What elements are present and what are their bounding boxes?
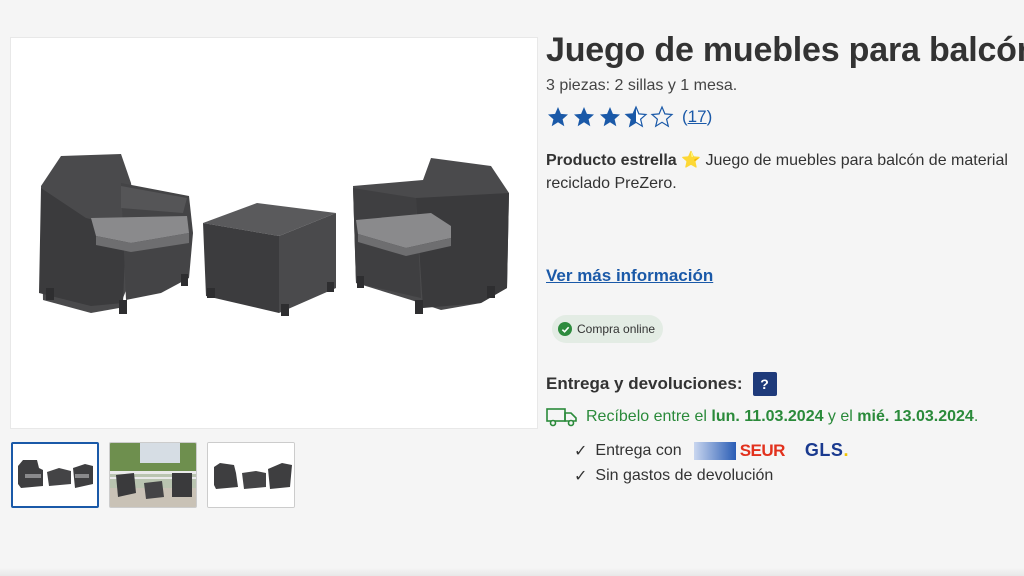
help-button[interactable]: ? [752, 372, 777, 396]
delivery-carrier-item: ✓ Entrega con SEUR GLS. [574, 440, 849, 461]
highlight-label: Producto estrella [546, 152, 677, 169]
thumbnail-2[interactable] [109, 442, 197, 508]
rating-count: 17 [687, 107, 707, 126]
table [203, 203, 336, 316]
seur-logo-text: SEUR [739, 440, 786, 460]
product-title: Juego de muebles para balcón [546, 31, 1024, 69]
receive-suffix: . [973, 408, 979, 425]
delivery-truck-icon [546, 408, 577, 427]
product-main-image[interactable] [11, 38, 537, 428]
check-circle-icon [558, 322, 572, 336]
star-full-icon [574, 107, 594, 127]
rating-stars[interactable]: (17) [546, 105, 1024, 129]
star-empty-icon [650, 105, 674, 128]
receive-prefix: Recíbelo entre el [586, 408, 712, 425]
left-chair [39, 154, 193, 314]
right-chair [353, 158, 509, 314]
page-bottom-shadow [0, 568, 1024, 576]
carrier-logos: SEUR GLS. [693, 440, 849, 461]
date-start: lun. 11.03.2024 [711, 408, 824, 425]
checkmark-icon: ✓ [574, 468, 588, 485]
thumbnail-1[interactable] [11, 442, 99, 508]
gls-logo-text: GLS [804, 440, 844, 460]
furniture-illustration [39, 154, 509, 316]
online-badge-label: Compra online [577, 322, 656, 336]
thumbnail-3[interactable] [207, 442, 295, 508]
delivery-carrier-text: Entrega con [595, 441, 682, 459]
star-half-icon [624, 105, 648, 128]
product-highlight: Producto estrella ⭐ Juego de muebles par… [546, 149, 1024, 195]
product-info: Juego de muebles para balcón 3 piezas: 2… [546, 30, 1024, 485]
star-full-icon [600, 107, 620, 127]
delivery-estimate: Recíbelo entre el lun. 11.03.2024 y el m… [546, 406, 978, 428]
more-info-link[interactable]: Ver más información [546, 266, 713, 286]
seur-logo-bar [693, 441, 736, 460]
star-emoji-icon: ⭐ [681, 152, 702, 169]
seur-logo: SEUR [693, 440, 786, 461]
receive-middle: y el [823, 408, 858, 425]
free-returns-item: ✓ Sin gastos de devolución [574, 466, 773, 486]
rating-count-link[interactable]: (17) [682, 107, 712, 127]
thumbnail-gallery [11, 442, 295, 508]
star-full-icon [548, 107, 568, 127]
delivery-title: Entrega y devoluciones: [546, 374, 743, 393]
product-subtitle: 3 piezas: 2 sillas y 1 mesa. [546, 77, 738, 94]
gls-logo: GLS. [805, 440, 849, 461]
date-end: mié. 13.03.2024 [857, 408, 974, 425]
online-purchase-badge: Compra online [552, 315, 664, 343]
checkmark-icon: ✓ [574, 442, 588, 460]
free-returns-text: Sin gastos de devolución [595, 467, 774, 484]
thumbnail-furniture-alt-image [208, 443, 294, 507]
delivery-header: Entrega y devoluciones: ? [546, 372, 777, 396]
thumbnail-balcony-image [110, 443, 196, 507]
gls-logo-dot: . [843, 440, 849, 460]
thumbnail-furniture-image [13, 444, 97, 506]
